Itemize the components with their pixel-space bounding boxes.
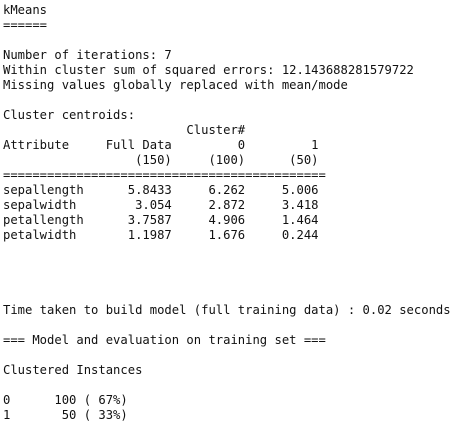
title-underline: ====== [3,18,48,32]
centroids-heading: Cluster centroids: [3,108,136,122]
clustered-instances-heading: Clustered Instances [3,363,143,377]
cluster-1-instances: 1 50 ( 33%) [3,408,128,422]
centroid-row-sepallength: sepallength 5.8433 6.262 5.006 [3,183,319,197]
centroids-divider: ========================================… [3,168,326,182]
centroids-column-header: Attribute Full Data 0 1 [3,138,319,152]
evaluation-heading: === Model and evaluation on training set… [3,333,326,347]
centroid-row-petallength: petallength 3.7587 4.906 1.464 [3,213,319,227]
centroids-count-header: (150) (100) (50) [3,153,319,167]
clusterer-output-text[interactable]: kMeans ====== Number of iterations: 7 Wi… [3,3,466,427]
output-title: kMeans [3,3,48,17]
iterations-line: Number of iterations: 7 [3,48,172,62]
build-time-line: Time taken to build model (full training… [3,303,451,317]
missing-values-line: Missing values globally replaced with me… [3,78,348,92]
sse-line: Within cluster sum of squared errors: 12… [3,63,414,77]
centroids-cluster-header: Cluster# [3,123,246,137]
centroid-row-petalwidth: petalwidth 1.1987 1.676 0.244 [3,228,319,242]
centroid-row-sepalwidth: sepalwidth 3.054 2.872 3.418 [3,198,319,212]
cluster-0-instances: 0 100 ( 67%) [3,393,128,407]
